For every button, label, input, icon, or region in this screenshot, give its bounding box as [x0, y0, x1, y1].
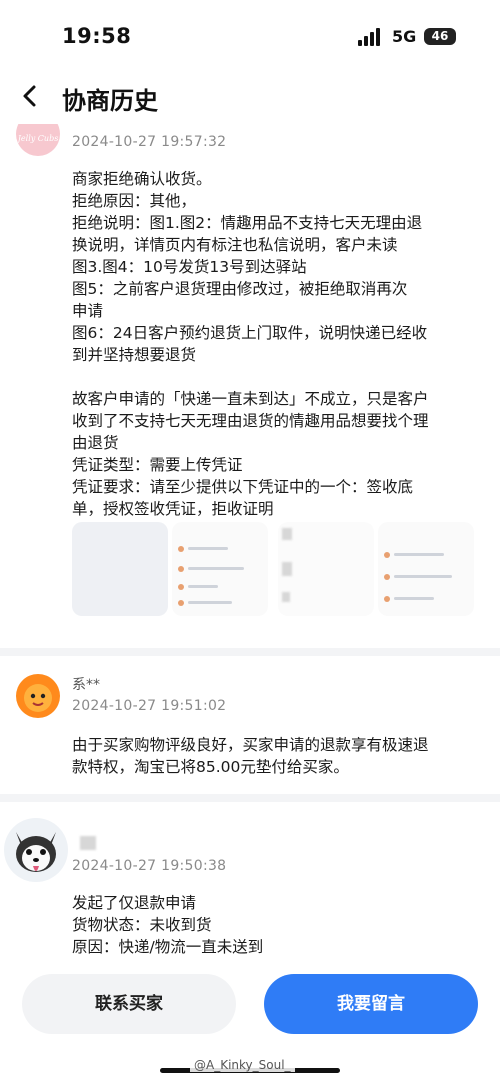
system-avatar	[16, 674, 60, 718]
message-line: 故客户申请的「快递一直未到达」不成立，只是客户	[72, 390, 429, 408]
evidence-image[interactable]	[378, 522, 474, 616]
nav-bar: 协商历史	[0, 70, 500, 124]
entry-timestamp: 2024-10-27 19:57:32	[72, 134, 227, 150]
message-line: 图5：之前客户退货理由修改过，被拒绝取消再次	[72, 280, 408, 298]
message-line: 换说明，详情页内有标注也私信说明，客户未读	[72, 236, 398, 254]
section-divider	[0, 794, 500, 802]
status-time: 19:58	[62, 24, 132, 48]
back-icon[interactable]	[16, 82, 44, 110]
name-blur	[80, 836, 96, 850]
page-title: 协商历史	[62, 87, 158, 115]
message-line: 拒绝说明：图1.图2：情趣用品不支持七天无理由退	[72, 214, 423, 232]
message-line: 申请	[72, 302, 104, 320]
message-line: 收到了不支持七天无理由退货的情趣用品想要找个理	[72, 412, 429, 430]
husky-icon	[16, 832, 56, 872]
message-line: 商家拒绝确认收货。	[72, 170, 212, 188]
evidence-image[interactable]	[172, 522, 268, 616]
message-line: 图6：24日客户预约退货上门取件，说明快递已经收	[72, 324, 428, 342]
merchant-avatar: Jelly Cubs	[16, 124, 60, 156]
message-line: 凭证要求：请至少提供以下凭证中的一个：签收底	[72, 478, 414, 496]
entry-name: 系**	[72, 677, 100, 693]
status-bar: 19:58 5G 46	[0, 0, 500, 70]
entry-message: 发起了仅退款申请 货物状态：未收到货 原因：快递/物流一直未送到	[72, 892, 482, 958]
watermark: @A_Kinky_Soul_	[190, 1058, 295, 1072]
entry-timestamp: 2024-10-27 19:51:02	[72, 698, 227, 714]
message-line: 图3.图4：10号发货13号到达驿站	[72, 258, 307, 276]
evidence-image[interactable]	[72, 522, 168, 616]
message-line: 发起了仅退款申请	[72, 894, 197, 912]
message-line: 到并坚持想要退货	[72, 346, 197, 364]
message-line: 由于买家购物评级良好，买家申请的退款享有极速退	[72, 736, 429, 754]
message-line: 货物状态：未收到货	[72, 916, 212, 934]
buyer-avatar	[4, 818, 68, 882]
message-line: 凭证类型：需要上传凭证	[72, 456, 243, 474]
leave-message-button[interactable]: 我要留言	[264, 974, 478, 1034]
message-line	[72, 366, 482, 388]
evidence-image[interactable]	[278, 522, 374, 616]
signal-icon	[358, 28, 386, 46]
message-line: 单，授权签收凭证，拒收证明	[72, 500, 274, 518]
entry-timestamp: 2024-10-27 19:50:38	[72, 858, 227, 874]
message-line: 原因：快递/物流一直未送到	[72, 938, 264, 956]
section-divider	[0, 648, 500, 656]
mascot-icon	[24, 684, 52, 712]
battery-icon: 46	[424, 28, 456, 45]
network-type: 5G	[392, 27, 417, 46]
message-line: 拒绝原因：其他，	[72, 192, 197, 210]
avatar-logo-text: Jelly Cubs	[17, 134, 59, 143]
evidence-images	[72, 522, 500, 618]
message-line: 由退货	[72, 434, 119, 452]
message-line: 款特权，淘宝已将85.00元垫付给买家。	[72, 758, 349, 776]
history-list[interactable]: Jelly Cubs 2024-10-27 19:57:32 商家拒绝确认收货。…	[0, 124, 500, 964]
entry-message: 商家拒绝确认收货。 拒绝原因：其他， 拒绝说明：图1.图2：情趣用品不支持七天无…	[72, 168, 482, 520]
action-bar: 联系买家 我要留言 @A_Kinky_Soul_	[0, 964, 500, 1084]
contact-buyer-button[interactable]: 联系买家	[22, 974, 236, 1034]
entry-message: 由于买家购物评级良好，买家申请的退款享有极速退 款特权，淘宝已将85.00元垫付…	[72, 734, 482, 778]
